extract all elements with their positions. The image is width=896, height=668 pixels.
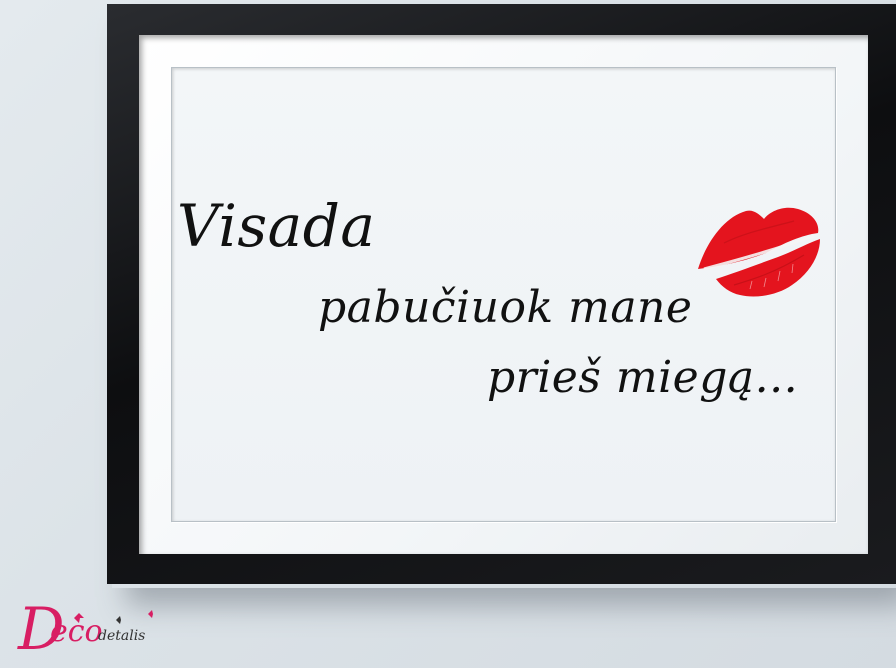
- poster-line-2: pabučiuok mane: [318, 282, 693, 333]
- poster-line-1: Visada: [177, 192, 376, 260]
- poster-line-3: prieš miegą...: [487, 352, 799, 403]
- brand-logo: D eco detalis: [18, 600, 178, 664]
- butterfly-icon: [74, 610, 156, 624]
- lips-kiss-icon: [698, 207, 820, 297]
- logo-suffix-text: detalis: [98, 628, 146, 644]
